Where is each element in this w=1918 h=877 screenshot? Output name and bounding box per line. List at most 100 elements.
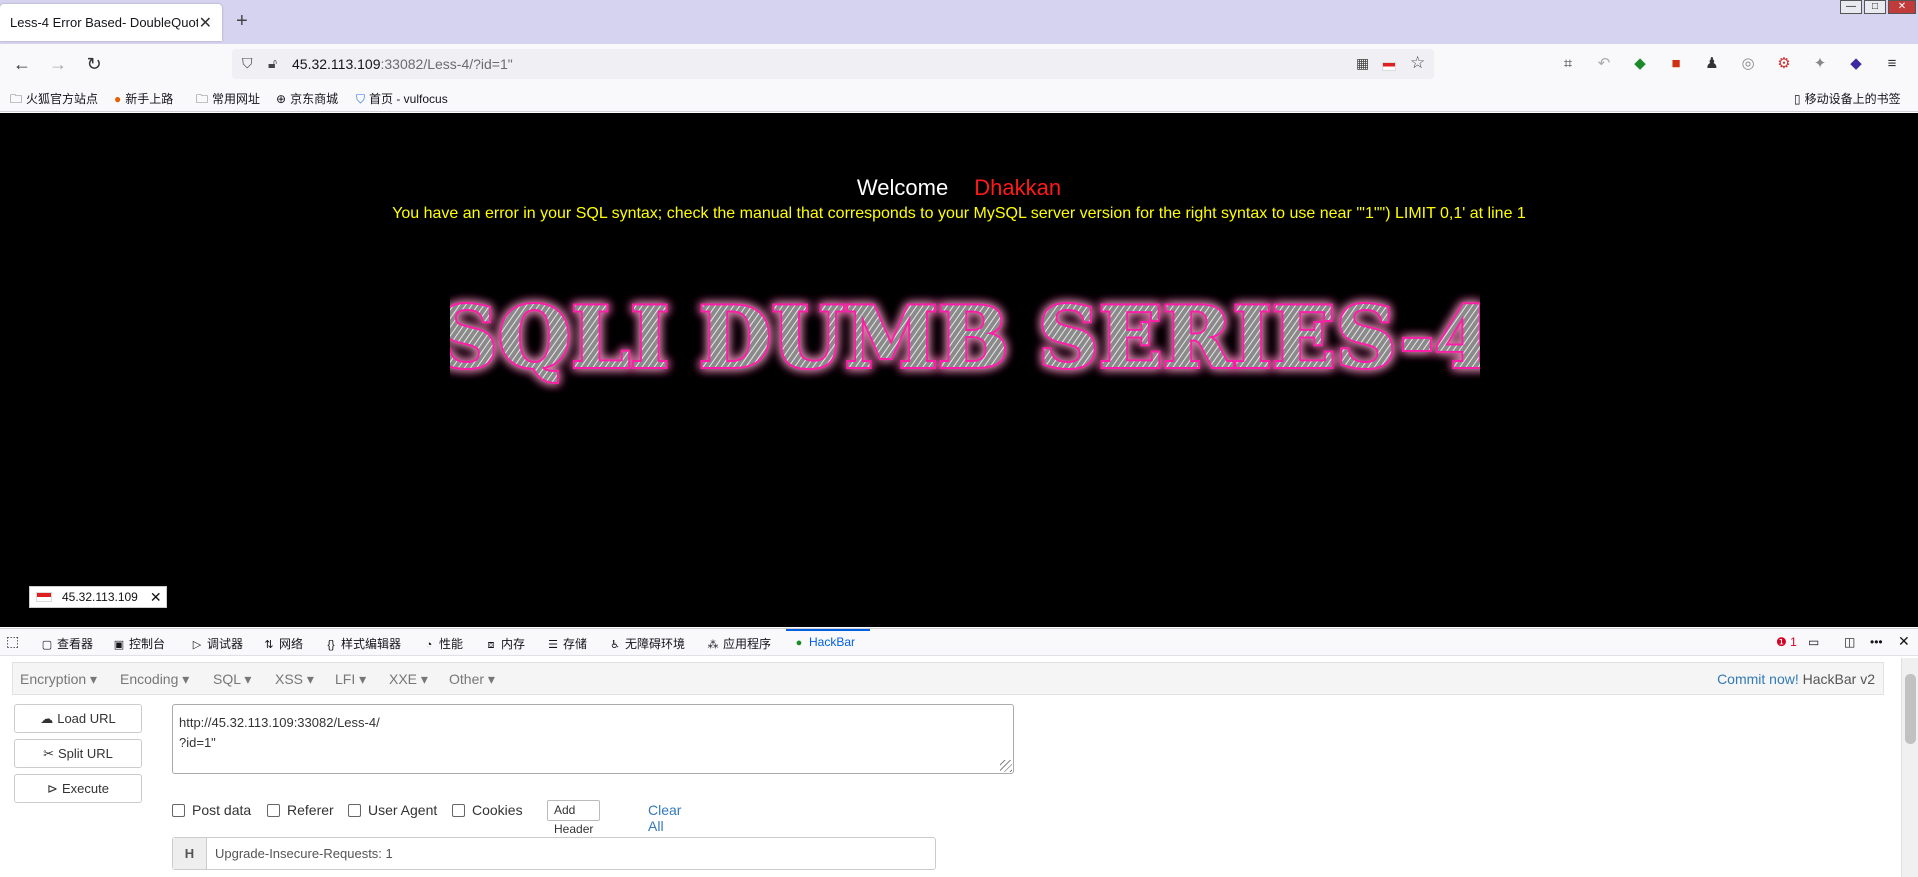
referer-option[interactable]: Referer	[267, 802, 334, 818]
wappalyzer-icon[interactable]: ◆	[1630, 54, 1650, 74]
bookmark-item[interactable]: ⊕ 京东商城	[276, 90, 338, 107]
checkbox[interactable]	[452, 804, 465, 817]
error-icon: ❶	[1776, 635, 1787, 649]
tab-style-editor[interactable]: {} 样式编辑器	[324, 635, 401, 652]
devtools-close-icon[interactable]: ✕	[1898, 633, 1910, 650]
menu-encryption[interactable]: Encryption ▾	[20, 671, 97, 688]
reload-icon[interactable]: ↻	[82, 52, 106, 76]
option-label: Referer	[287, 802, 334, 818]
badge-extension-icon[interactable]: ⚙	[1774, 54, 1794, 74]
maximize-button[interactable]: □	[1864, 0, 1886, 14]
split-url-button[interactable]: ✂ Split URL	[14, 739, 142, 768]
spy-icon[interactable]: ♟	[1702, 54, 1722, 74]
menu-other[interactable]: Other ▾	[449, 671, 495, 688]
forward-icon[interactable]: →	[46, 52, 70, 76]
hackbar-ext-icon[interactable]: ◆	[1846, 54, 1866, 74]
bookmark-item[interactable]: ▯ 移动设备上的书签	[1794, 90, 1901, 107]
page-content: Welcome Dhakkan You have an error in your…	[0, 113, 1918, 627]
tab-hackbar[interactable]: ● HackBar	[792, 635, 855, 649]
devtools-scrollbar[interactable]	[1901, 658, 1918, 877]
header-value-input[interactable]: Upgrade-Insecure-Requests: 1	[215, 846, 393, 861]
bookmark-label: 首页 - vulfocus	[369, 92, 448, 106]
back-icon[interactable]: ←	[10, 52, 34, 76]
cookies-option[interactable]: Cookies	[452, 802, 523, 818]
tab-storage[interactable]: ☰ 存储	[546, 635, 587, 652]
accessibility-icon: ♿︎	[610, 639, 620, 651]
execute-button[interactable]: ⊳ Execute	[14, 774, 142, 803]
post-data-option[interactable]: Post data	[172, 802, 251, 818]
scrollbar-thumb[interactable]	[1905, 674, 1916, 744]
menu-xss[interactable]: XSS ▾	[275, 671, 314, 688]
series-banner: SQLI DUMB SERIES-4	[450, 286, 1480, 389]
insecure-lock-icon[interactable]: 🔓︎	[268, 55, 277, 72]
menu-label: LFI	[335, 671, 356, 687]
load-url-button[interactable]: ☁ Load URL	[14, 704, 142, 733]
url-bar[interactable]: ⛉ 🔓︎ 45.32.113.109:33082/Less-4/?id=1" ▦…	[232, 49, 1434, 79]
url-path: :33082/Less-4/?id=1"	[380, 56, 513, 72]
menu-lfi[interactable]: LFI ▾	[335, 671, 366, 688]
error-indicator[interactable]: ❶ 1	[1776, 635, 1797, 649]
bookmark-star-icon[interactable]: ☆	[1410, 53, 1425, 73]
shield-icon[interactable]: ⛉	[242, 55, 253, 72]
tab-accessibility[interactable]: ♿︎ 无障碍环境	[608, 635, 685, 652]
url-text[interactable]: 45.32.113.109:33082/Less-4/?id=1"	[292, 56, 513, 72]
qr-code-icon[interactable]: ▦	[1356, 55, 1369, 72]
close-icon[interactable]: ✕	[150, 589, 162, 606]
user-agent-option[interactable]: User Agent	[348, 802, 437, 818]
checkbox[interactable]	[172, 804, 185, 817]
menu-xxe[interactable]: XXE ▾	[389, 671, 428, 688]
more-options-icon[interactable]: •••	[1870, 635, 1883, 649]
commit-link[interactable]: Commit now! HackBar v2	[1717, 671, 1875, 687]
menu-label: Other	[449, 671, 485, 687]
navigation-bar: ← → ↻ ⛉ 🔓︎ 45.32.113.109:33082/Less-4/?i…	[0, 44, 1918, 84]
inspector-icon: ▢	[41, 639, 53, 651]
braces-icon: {}	[327, 639, 335, 651]
bookmark-item[interactable]: ● 新手上路	[114, 90, 173, 107]
tab-inspector[interactable]: ▢ 查看器	[40, 635, 93, 652]
tab-network[interactable]: ⇅ 网络	[262, 635, 303, 652]
screenshot-icon[interactable]: ⌗	[1558, 54, 1578, 74]
bookmark-label: 常用网址	[212, 92, 261, 106]
menu-label: Encryption	[20, 671, 87, 687]
checkbox[interactable]	[348, 804, 361, 817]
tab-label: 样式编辑器	[341, 637, 402, 651]
browser-tab[interactable]: Less-4 Error Based- DoubleQuotes ✕	[0, 4, 222, 41]
tab-label: 网络	[279, 637, 304, 651]
circle-icon[interactable]: ◎	[1738, 54, 1758, 74]
tab-console[interactable]: ▣ 控制台	[112, 635, 165, 652]
dock-icon[interactable]: ◫	[1844, 635, 1855, 649]
network-icon: ⇅	[264, 639, 274, 651]
checkbox[interactable]	[267, 804, 280, 817]
clear-all-link[interactable]: Clear All	[648, 802, 681, 834]
undo-icon[interactable]: ↶	[1594, 54, 1614, 74]
add-header-button[interactable]: Add Header	[547, 800, 601, 836]
window-close-button[interactable]: ✕	[1888, 0, 1916, 14]
extension-n-icon[interactable]: ■	[1666, 54, 1686, 74]
new-tab-button[interactable]: +	[236, 10, 248, 33]
storage-icon: ☰	[548, 639, 558, 651]
tab-performance[interactable]: ◔ 性能	[422, 635, 463, 652]
minimize-button[interactable]: —	[1840, 0, 1862, 14]
window-controls: — □ ✕	[1840, 0, 1916, 14]
bookmark-item[interactable]: ⛉ 首页 - vulfocus	[356, 90, 448, 107]
flag-icon	[1382, 58, 1396, 74]
tab-label: 控制台	[129, 637, 166, 651]
tab-application[interactable]: ⁂ 应用程序	[706, 635, 772, 652]
puzzle-icon[interactable]: ✦	[1810, 54, 1830, 74]
tab-debugger[interactable]: ▷ 调试器	[190, 635, 243, 652]
url-textarea[interactable]: http://45.32.113.109:33082/Less-4/ ?id=1"	[172, 704, 1014, 774]
menu-sql[interactable]: SQL ▾	[213, 671, 251, 688]
menu-icon[interactable]: ≡	[1882, 54, 1902, 74]
tab-label: 性能	[439, 637, 464, 651]
responsive-icon[interactable]: ▭	[1808, 635, 1819, 649]
firefox-icon: ●	[114, 92, 122, 106]
tab-memory[interactable]: ⧈ 内存	[484, 635, 526, 652]
bookmark-item[interactable]: 🗀︎ 火狐官方站点	[10, 90, 98, 111]
menu-encoding[interactable]: Encoding ▾	[120, 671, 189, 688]
url-host: 45.32.113.109	[292, 56, 381, 72]
debugger-icon: ▷	[192, 639, 202, 651]
bookmark-item[interactable]: 🗀︎ 常用网址	[196, 90, 260, 111]
element-picker-icon[interactable]: ⬚	[6, 633, 19, 650]
resize-handle[interactable]	[1000, 760, 1012, 772]
tab-close-icon[interactable]: ✕	[199, 13, 212, 33]
